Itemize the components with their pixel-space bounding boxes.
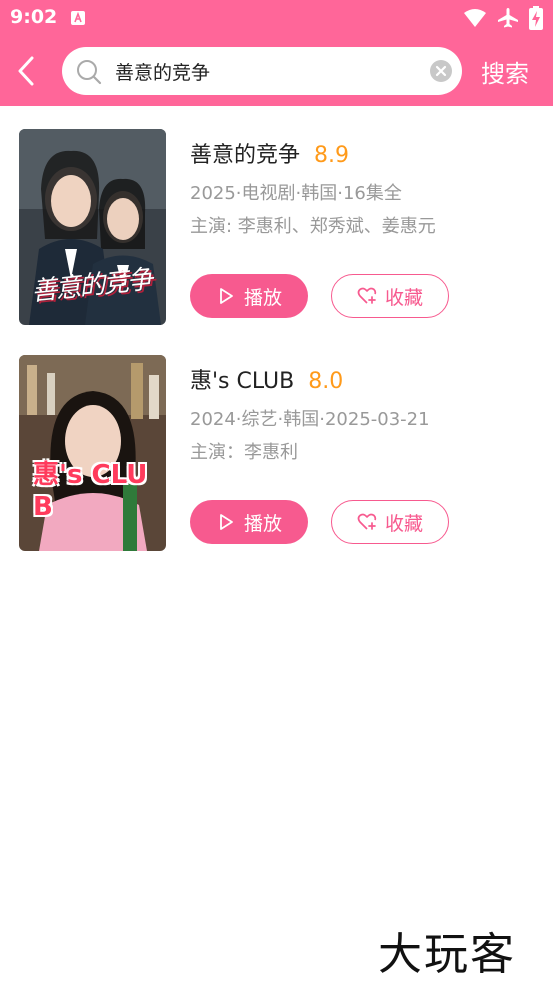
search-icon: [77, 60, 102, 85]
poster-title-text: 惠's CLUB: [33, 460, 148, 522]
favorite-button[interactable]: 收藏: [331, 274, 449, 318]
favorite-label: 收藏: [384, 286, 423, 309]
item-cast: 主演: 李惠利、郑秀斌、姜惠元: [190, 216, 436, 237]
item-score: 8.0: [308, 369, 344, 394]
play-icon: [220, 288, 233, 304]
item-meta: 2025·电视剧·韩国·16集全: [190, 183, 402, 204]
heart-plus-icon: [357, 513, 377, 530]
wifi-icon: [464, 9, 486, 27]
heart-plus-icon: [357, 287, 377, 304]
result-item[interactable]: 善意的竞争 善意的竞争 8.9 2025·电视剧·韩国·16集全 主演: 李惠利…: [0, 129, 553, 329]
play-button[interactable]: 播放: [190, 274, 308, 318]
play-label: 播放: [243, 286, 282, 309]
watermark-logo: 大玩客: [378, 929, 516, 980]
status-icons: [463, 6, 543, 30]
title-row: 惠's CLUB 8.0: [190, 363, 343, 395]
item-meta: 2024·综艺·韩国·2025-03-21: [190, 409, 430, 430]
item-score: 8.9: [314, 143, 350, 168]
result-item[interactable]: 惠's CLUB 惠's CLUB 8.0 2024·综艺·韩国·2025-03…: [0, 355, 553, 555]
clear-icon[interactable]: [430, 60, 452, 82]
favorite-label: 收藏: [384, 512, 423, 535]
poster-image[interactable]: 善意的竞争: [19, 129, 166, 325]
battery-charging-icon: [529, 6, 543, 30]
text-input-icon: [71, 11, 85, 25]
item-cast: 主演：李惠利: [190, 442, 298, 463]
title-row: 善意的竞争 8.9: [190, 137, 349, 169]
search-header: 搜索: [0, 36, 553, 106]
item-title[interactable]: 善意的竞争: [190, 137, 300, 169]
item-title[interactable]: 惠's CLUB: [190, 363, 294, 395]
play-label: 播放: [243, 512, 282, 535]
poster-image[interactable]: 惠's CLUB: [19, 355, 166, 551]
search-input[interactable]: [115, 47, 415, 95]
status-bar: 9:02: [0, 0, 553, 36]
play-button[interactable]: 播放: [190, 500, 308, 544]
play-icon: [220, 514, 233, 530]
search-box[interactable]: [62, 47, 462, 95]
search-button[interactable]: 搜索: [481, 54, 529, 89]
back-icon[interactable]: [12, 54, 42, 88]
favorite-button[interactable]: 收藏: [331, 500, 449, 544]
airplane-icon: [498, 8, 518, 28]
status-time: 9:02: [10, 6, 58, 28]
